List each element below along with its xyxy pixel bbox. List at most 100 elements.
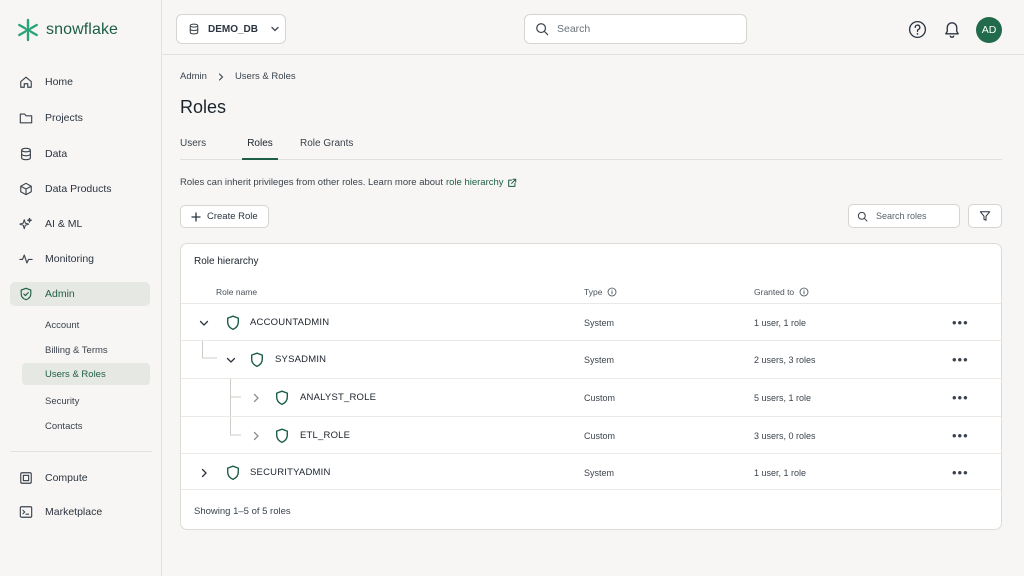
nav-label: Compute	[45, 472, 88, 484]
pagination-summary: Showing 1–5 of 5 roles	[194, 506, 291, 517]
home-icon	[20, 76, 32, 88]
filter-button[interactable]	[968, 204, 1002, 228]
role-name: ANALYST_ROLE	[300, 392, 377, 403]
column-header-granted-to[interactable]: Granted to	[754, 287, 809, 297]
row-actions-button[interactable]: •••	[952, 417, 969, 454]
tab-role-grants[interactable]: Role Grants	[300, 138, 353, 160]
database-selector[interactable]: DEMO_DB	[176, 14, 286, 44]
expand-toggle[interactable]	[199, 454, 209, 491]
description-text: Roles can inherit privileges from other …	[180, 177, 443, 188]
nav-label: Admin	[45, 288, 75, 300]
help-icon[interactable]	[908, 20, 927, 39]
shield-icon	[227, 465, 239, 480]
table-row-analyst-role[interactable]: ANALYST_ROLE Custom 5 users, 1 role •••	[181, 378, 1001, 415]
role-shield	[250, 341, 264, 378]
sub-nav-account[interactable]: Account	[22, 314, 150, 336]
table-row-securityadmin[interactable]: SECURITYADMIN System 1 user, 1 role •••	[181, 453, 1001, 490]
expand-toggle[interactable]	[251, 417, 261, 454]
row-actions-button[interactable]: •••	[952, 304, 969, 341]
tab-bar: Users Roles Role Grants	[180, 133, 1002, 160]
nav-home[interactable]: Home	[10, 70, 150, 94]
database-icon	[21, 147, 31, 161]
nav-projects[interactable]: Projects	[10, 106, 150, 130]
nav-monitoring[interactable]: Monitoring	[10, 247, 150, 271]
row-actions-button[interactable]: •••	[952, 454, 969, 491]
role-type: Custom	[584, 430, 616, 441]
snowflake-logo-icon	[18, 18, 38, 42]
external-link-icon[interactable]	[507, 178, 517, 188]
global-search-input[interactable]: Search	[524, 14, 747, 44]
nav-ai-ml[interactable]: AI & ML	[10, 212, 150, 236]
role-type: System	[584, 354, 615, 365]
shield-icon	[276, 428, 288, 443]
sub-nav-security[interactable]: Security	[22, 390, 150, 412]
role-shield	[226, 304, 240, 341]
nav-label: AI & ML	[45, 218, 83, 230]
shield-icon	[227, 315, 239, 330]
user-avatar[interactable]: AD	[976, 17, 1002, 43]
tab-users[interactable]: Users	[180, 138, 206, 160]
create-role-label: Create Role	[207, 211, 258, 222]
nav-marketplace[interactable]: Marketplace	[10, 500, 150, 524]
chevron-down-icon	[226, 357, 236, 363]
row-actions-button[interactable]: •••	[952, 379, 969, 416]
sub-nav-contacts[interactable]: Contacts	[22, 415, 150, 437]
collapse-toggle[interactable]	[225, 341, 237, 378]
shield-icon	[276, 390, 288, 405]
sub-nav-label: Security	[45, 395, 80, 407]
sub-nav-users-roles[interactable]: Users & Roles	[22, 363, 150, 385]
chevron-down-icon	[199, 320, 209, 326]
table-row-accountadmin[interactable]: ACCOUNTADMIN System 1 user, 1 role •••	[181, 303, 1001, 340]
sidebar: snowflake Home Projects Data Data Produc…	[0, 0, 162, 576]
page-title: Roles	[180, 97, 227, 117]
chevron-right-icon	[253, 431, 259, 440]
nav-data-products[interactable]: Data Products	[10, 177, 150, 201]
folder-icon	[19, 113, 33, 124]
nav-label: Projects	[45, 112, 83, 124]
compute-icon	[20, 472, 32, 484]
sidebar-divider	[10, 451, 152, 452]
column-header-role-name[interactable]: Role name	[216, 287, 257, 297]
breadcrumb-users-roles[interactable]: Users & Roles	[235, 71, 296, 82]
chevron-right-icon	[218, 72, 224, 81]
role-granted-to: 3 users, 0 roles	[754, 430, 816, 441]
shield-icon	[251, 352, 263, 367]
nav-admin[interactable]: Admin	[10, 282, 150, 306]
cube-icon	[20, 182, 32, 196]
role-shield	[275, 379, 289, 416]
role-granted-to: 2 users, 3 roles	[754, 354, 816, 365]
row-actions-button[interactable]: •••	[952, 341, 969, 378]
bell-icon[interactable]	[943, 20, 961, 39]
role-name: ETL_ROLE	[300, 430, 351, 441]
role-shield	[275, 417, 289, 454]
expand-toggle[interactable]	[251, 379, 261, 416]
nav-compute[interactable]: Compute	[10, 466, 150, 490]
collapse-toggle[interactable]	[198, 304, 210, 341]
role-name: SYSADMIN	[275, 354, 327, 365]
column-header-type[interactable]: Type	[584, 287, 617, 297]
role-name: ACCOUNTADMIN	[250, 317, 330, 328]
activity-icon	[19, 254, 33, 264]
sub-nav-billing[interactable]: Billing & Terms	[22, 339, 150, 361]
info-icon[interactable]	[799, 287, 809, 297]
info-icon[interactable]	[607, 287, 617, 297]
search-placeholder: Search	[557, 23, 591, 35]
table-row-etl-role[interactable]: ETL_ROLE Custom 3 users, 0 roles •••	[181, 416, 1001, 453]
nav-label: Marketplace	[45, 506, 103, 518]
role-hierarchy-link[interactable]: role hierarchy	[446, 177, 504, 188]
nav-label: Monitoring	[45, 253, 95, 265]
breadcrumb-admin[interactable]: Admin	[180, 71, 207, 82]
shield-check-icon	[20, 287, 32, 301]
role-shield	[226, 454, 240, 491]
table-row-sysadmin[interactable]: SYSADMIN System 2 users, 3 roles •••	[181, 340, 1001, 377]
plus-icon	[191, 211, 201, 222]
tab-roles[interactable]: Roles	[242, 138, 278, 160]
snowflake-logo[interactable]: snowflake	[16, 18, 118, 42]
nav-data[interactable]: Data	[10, 142, 150, 166]
database-name: DEMO_DB	[208, 23, 259, 35]
top-bar: DEMO_DB Search AD	[162, 0, 1024, 55]
create-role-button[interactable]: Create Role	[180, 205, 269, 228]
search-roles-input[interactable]: Search roles	[848, 204, 960, 228]
role-type: Custom	[584, 392, 616, 403]
sub-nav-label: Contacts	[45, 420, 83, 432]
